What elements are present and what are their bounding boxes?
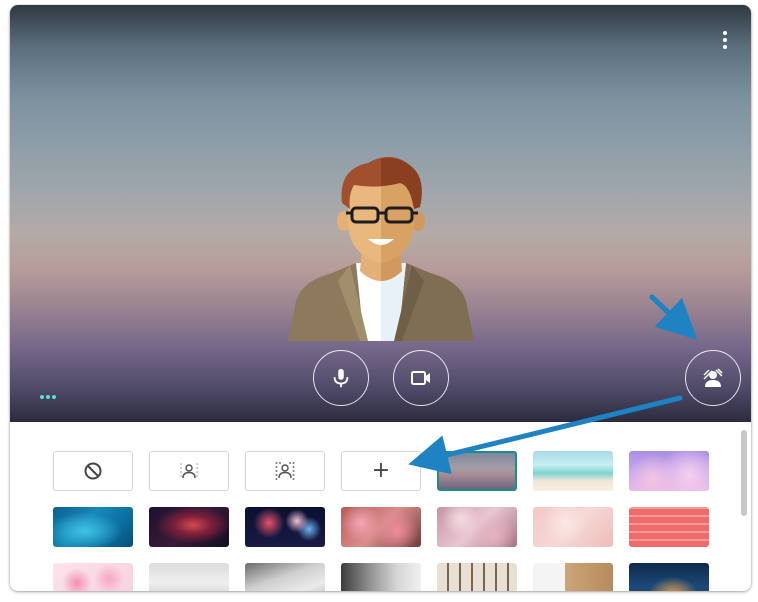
- no-effect-option[interactable]: [53, 451, 133, 491]
- background-thumb-galaxy-nebula[interactable]: [149, 507, 229, 547]
- background-thumb-gray-studio[interactable]: [341, 563, 421, 591]
- microphone-button[interactable]: [313, 350, 369, 406]
- camera-button[interactable]: [393, 350, 449, 406]
- video-preview: [10, 5, 751, 422]
- scrollbar-thumb[interactable]: [741, 430, 747, 516]
- background-picker: +: [10, 422, 751, 591]
- more-vert-icon[interactable]: [721, 31, 729, 53]
- background-thumb-pink-pattern[interactable]: [629, 507, 709, 547]
- camera-setup-card: +: [10, 5, 751, 591]
- background-effects-button[interactable]: [685, 350, 741, 406]
- background-thumb-cherry-blossoms[interactable]: [437, 507, 517, 547]
- background-thumb-white-room[interactable]: [245, 563, 325, 591]
- user-avatar-illustration: [288, 156, 474, 341]
- background-thumb-shelves[interactable]: [533, 563, 613, 591]
- background-thumb-pink-sparkle[interactable]: [533, 507, 613, 547]
- slight-blur-option[interactable]: [149, 451, 229, 491]
- background-thumb-sunset-gradient[interactable]: [437, 451, 517, 491]
- background-thumb-blue-water[interactable]: [53, 507, 133, 547]
- block-icon: [84, 462, 102, 480]
- background-thumb-beach[interactable]: [533, 451, 613, 491]
- microphone-icon: [333, 368, 349, 388]
- blur-person-strong-icon: [275, 462, 295, 480]
- background-thumb-white-office[interactable]: [149, 563, 229, 591]
- background-thumb-night-house[interactable]: [629, 563, 709, 591]
- plus-icon: +: [371, 458, 391, 483]
- blur-option[interactable]: [245, 451, 325, 491]
- background-thumb-confetti-pink[interactable]: [53, 563, 133, 591]
- background-thumb-pink-flowers[interactable]: [341, 507, 421, 547]
- connection-dots-icon: [40, 395, 56, 399]
- add-background-button[interactable]: +: [341, 451, 421, 491]
- videocam-icon: [411, 371, 430, 385]
- background-thumb-pink-clouds[interactable]: [629, 451, 709, 491]
- background-thumb-fireworks[interactable]: [245, 507, 325, 547]
- background-thumb-bookshelf[interactable]: [437, 563, 517, 591]
- blur-person-light-icon: [180, 463, 198, 479]
- background-effects-icon: [703, 368, 723, 387]
